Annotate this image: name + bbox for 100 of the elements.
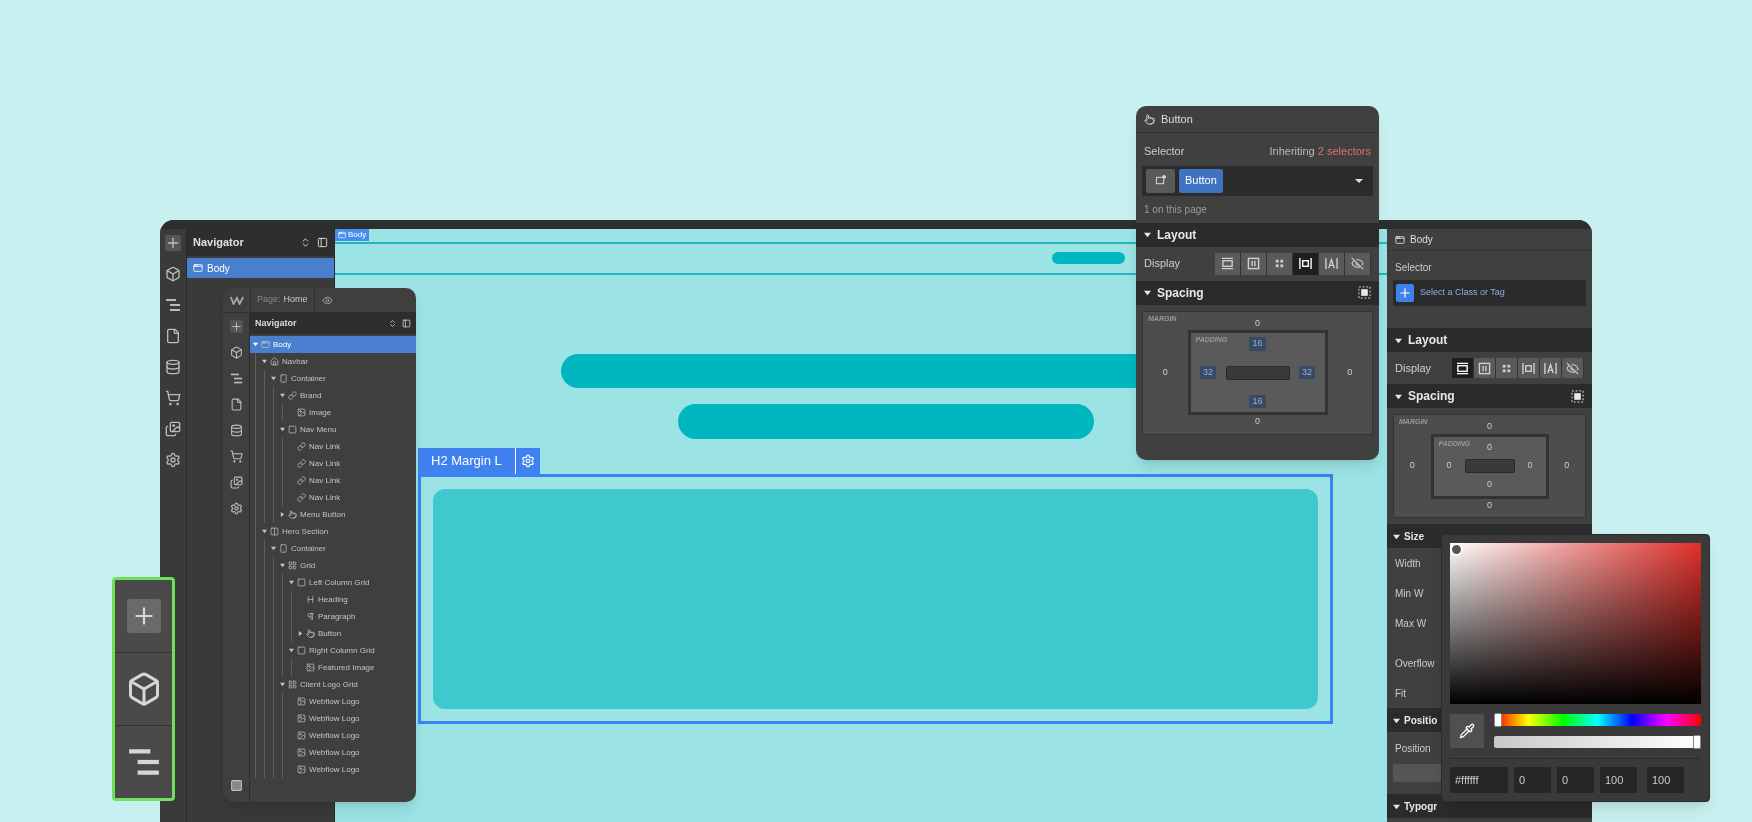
tree-item[interactable]: Featured Image xyxy=(295,659,375,676)
tree-item[interactable]: Navbar xyxy=(259,353,375,370)
tree-item[interactable]: Nav Link xyxy=(286,472,341,489)
section-header[interactable]: Spacing xyxy=(1136,280,1379,305)
preview-icon[interactable] xyxy=(321,294,333,306)
page-selector[interactable]: Page: Home xyxy=(250,288,315,312)
cart-icon[interactable] xyxy=(165,390,181,406)
tree-item[interactable]: Right Column Grid xyxy=(286,642,375,659)
tree-item[interactable]: Heading xyxy=(295,591,356,608)
spacing-mode-icon[interactable] xyxy=(1358,286,1371,299)
margin-value[interactable]: 0 xyxy=(1159,365,1171,380)
padding-value[interactable]: 32 xyxy=(1200,365,1216,380)
spacing-mode-icon[interactable] xyxy=(1571,389,1584,403)
margin-value[interactable]: 0 xyxy=(1406,459,1418,473)
padding-value[interactable]: 32 xyxy=(1299,365,1315,380)
margin-value[interactable]: 0 xyxy=(1252,415,1263,429)
padding-value[interactable]: 0 xyxy=(1484,440,1495,454)
tree-item[interactable]: Webflow Logo xyxy=(286,693,360,710)
section-header[interactable]: Layout xyxy=(1136,222,1379,247)
display-option[interactable] xyxy=(1241,252,1267,275)
alpha-slider[interactable] xyxy=(1494,736,1701,748)
margin-value[interactable]: 0 xyxy=(1484,498,1495,512)
eyedropper-icon[interactable] xyxy=(1459,723,1475,739)
padding-value[interactable]: 0 xyxy=(1484,478,1495,492)
padding-value[interactable]: 16 xyxy=(1249,337,1266,351)
class-tag[interactable]: Button xyxy=(1179,168,1223,193)
add-icon[interactable] xyxy=(126,599,161,633)
tree-item[interactable]: Menu Button xyxy=(277,506,346,523)
cube-icon[interactable] xyxy=(229,346,243,359)
images-icon[interactable] xyxy=(165,421,181,437)
add-icon[interactable] xyxy=(1396,284,1414,302)
value-field[interactable]: 100 xyxy=(1600,767,1637,793)
database-icon[interactable] xyxy=(229,424,243,437)
page-icon[interactable] xyxy=(165,328,181,344)
dropdown-icon[interactable] xyxy=(1355,176,1363,185)
tree-item[interactable]: Webflow Logo xyxy=(286,710,360,727)
cart-icon[interactable] xyxy=(229,450,243,463)
tree-item[interactable]: Button xyxy=(295,625,356,642)
section-header[interactable]: Spacing xyxy=(1387,384,1592,408)
padding-value[interactable]: 0 xyxy=(1524,459,1536,473)
display-option[interactable] xyxy=(1345,252,1371,275)
navigator-icon[interactable] xyxy=(165,297,181,313)
dock-icon[interactable] xyxy=(317,237,328,248)
display-option[interactable] xyxy=(1452,358,1474,378)
tree-item[interactable]: Body xyxy=(187,258,334,278)
display-option[interactable] xyxy=(1518,358,1540,378)
expand-icon[interactable] xyxy=(388,319,397,328)
element-tag[interactable]: H2 Margin L xyxy=(418,448,516,474)
tree-item[interactable]: Webflow Logo xyxy=(286,727,360,744)
tree-item[interactable]: Nav Link xyxy=(286,438,341,455)
tree-item[interactable]: Webflow Logo xyxy=(286,761,360,778)
margin-value[interactable]: 0 xyxy=(1344,365,1356,380)
navigator-icon[interactable] xyxy=(229,372,243,385)
color-field[interactable] xyxy=(1450,543,1701,704)
section-header[interactable]: Layout xyxy=(1387,328,1592,352)
hex-field[interactable]: #ffffff xyxy=(1450,767,1508,793)
tree-item[interactable]: Brand xyxy=(277,387,346,404)
display-option[interactable] xyxy=(1496,358,1518,378)
value-field[interactable]: 100 xyxy=(1647,767,1684,793)
value-field[interactable]: 0 xyxy=(1514,767,1551,793)
element-tag[interactable]: Body xyxy=(335,229,370,241)
tree-item[interactable]: Left Column Grid xyxy=(286,574,375,591)
add-icon[interactable] xyxy=(165,235,181,251)
tree-item[interactable]: Hero Section xyxy=(259,523,375,540)
settings-icon[interactable] xyxy=(515,448,540,474)
display-option[interactable] xyxy=(1215,252,1241,275)
margin-value[interactable]: 0 xyxy=(1484,420,1495,434)
slider-thumb[interactable] xyxy=(1693,735,1701,749)
display-option[interactable] xyxy=(1474,358,1496,378)
tree-item[interactable]: Client Logo Grid xyxy=(277,676,375,693)
tree-item[interactable]: Grid xyxy=(277,557,375,574)
margin-value[interactable]: 0 xyxy=(1561,459,1573,473)
cube-icon[interactable] xyxy=(165,266,181,282)
dock-icon[interactable] xyxy=(402,319,411,328)
display-option[interactable] xyxy=(1319,252,1345,275)
tree-item[interactable]: Nav Link xyxy=(286,455,341,472)
tree-item[interactable]: Nav Link xyxy=(286,489,341,506)
expand-icon[interactable] xyxy=(300,237,311,248)
display-option[interactable] xyxy=(1267,252,1293,275)
square-icon[interactable] xyxy=(229,779,243,792)
hue-slider[interactable] xyxy=(1494,714,1701,726)
selector-field[interactable]: Select a Class or Tag xyxy=(1393,280,1586,306)
slider-thumb[interactable] xyxy=(1494,713,1502,727)
page-icon[interactable] xyxy=(229,398,243,411)
margin-value[interactable]: 0 xyxy=(1252,316,1263,330)
color-handle[interactable] xyxy=(1450,543,1463,556)
tree-item[interactable]: Image xyxy=(286,404,332,421)
selector-field[interactable]: Button xyxy=(1142,165,1373,196)
database-icon[interactable] xyxy=(165,359,181,375)
value-field[interactable]: 0 xyxy=(1557,767,1594,793)
images-icon[interactable] xyxy=(229,476,243,489)
tree-item[interactable]: Webflow Logo xyxy=(286,744,360,761)
element-icon[interactable] xyxy=(1155,175,1166,186)
tree-item[interactable]: Body xyxy=(250,336,416,353)
padding-value[interactable]: 16 xyxy=(1249,394,1266,408)
tree-item[interactable]: Container xyxy=(268,370,346,387)
tree-item[interactable]: Container xyxy=(268,540,375,557)
display-option[interactable] xyxy=(1293,252,1319,275)
display-option[interactable] xyxy=(1540,358,1562,378)
settings-icon[interactable] xyxy=(165,452,181,468)
